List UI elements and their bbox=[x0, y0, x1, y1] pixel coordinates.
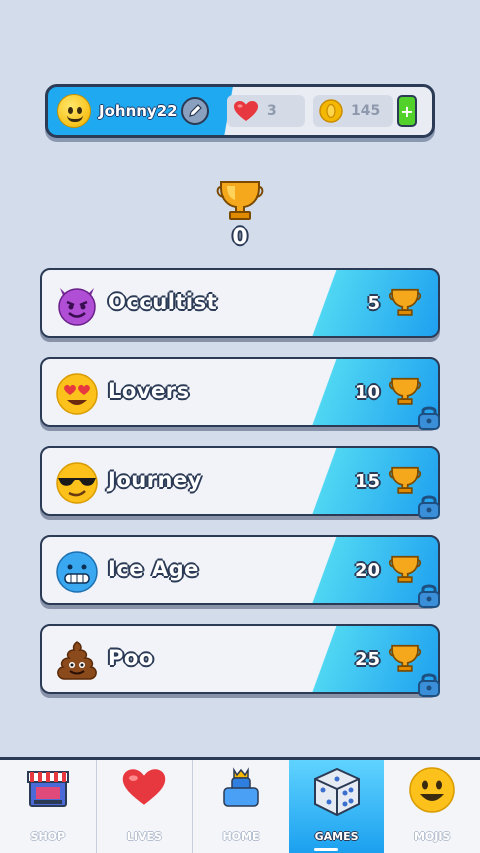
level-required-trophies: 5 bbox=[367, 293, 380, 314]
username: Johnny22 bbox=[99, 102, 178, 120]
level-card-poo[interactable]: Poo 25 bbox=[40, 624, 440, 697]
heart-icon bbox=[234, 101, 258, 121]
nav-item-mojis[interactable]: MOJIS bbox=[384, 760, 480, 853]
cold-face-icon bbox=[54, 549, 100, 599]
dice-icon bbox=[313, 767, 360, 817]
avatar[interactable] bbox=[57, 94, 91, 128]
lock-icon bbox=[416, 403, 442, 435]
nav-item-lives[interactable]: LIVES bbox=[97, 760, 193, 853]
trophy-total: 0 bbox=[232, 225, 248, 250]
nav-label: HOME bbox=[222, 830, 260, 843]
nav-item-home[interactable]: HOME bbox=[193, 760, 289, 853]
level-card-journey[interactable]: Journey 15 bbox=[40, 446, 440, 519]
poo-icon bbox=[54, 638, 100, 688]
level-card-ice-age[interactable]: Ice Age 20 bbox=[40, 535, 440, 608]
home-icon bbox=[223, 767, 259, 807]
level-required-trophies: 25 bbox=[354, 649, 380, 670]
coins-counter: 145 bbox=[313, 95, 393, 127]
level-name: Journey bbox=[108, 468, 202, 492]
lives-counter: 3 bbox=[227, 95, 305, 127]
nav-label: LIVES bbox=[126, 830, 162, 843]
level-name: Ice Age bbox=[108, 557, 199, 581]
lock-icon bbox=[416, 670, 442, 702]
shop-icon bbox=[26, 771, 69, 807]
lock-icon bbox=[416, 492, 442, 524]
profile-bar: Johnny22 3 145 + bbox=[45, 84, 435, 138]
level-required-trophies: 15 bbox=[354, 471, 380, 492]
devil-icon bbox=[54, 282, 100, 332]
bottom-nav: SHOP LIVES HOME GAMES MOJIS bbox=[0, 757, 480, 853]
nav-label: GAMES bbox=[314, 830, 359, 843]
lives-value: 3 bbox=[267, 103, 277, 119]
nav-label: MOJIS bbox=[413, 830, 451, 843]
sunglasses-icon bbox=[54, 460, 100, 510]
add-coins-button[interactable]: + bbox=[397, 95, 417, 127]
trophy-icon bbox=[215, 178, 265, 226]
level-card-occultist[interactable]: Occultist 5 bbox=[40, 268, 440, 338]
level-required-trophies: 10 bbox=[354, 382, 380, 403]
lock-icon bbox=[416, 581, 442, 613]
nav-item-games[interactable]: GAMES bbox=[288, 760, 385, 853]
level-name: Lovers bbox=[108, 379, 190, 403]
level-name: Occultist bbox=[108, 290, 218, 314]
smiley-icon bbox=[409, 767, 455, 813]
edit-name-button[interactable] bbox=[181, 97, 209, 125]
level-required-trophies: 20 bbox=[354, 560, 380, 581]
nav-label: SHOP bbox=[30, 830, 66, 843]
coin-icon bbox=[319, 99, 343, 123]
level-card-lovers[interactable]: Lovers 10 bbox=[40, 357, 440, 430]
heart-eyes-icon bbox=[54, 371, 100, 421]
level-name: Poo bbox=[108, 646, 154, 670]
coins-value: 145 bbox=[351, 103, 381, 119]
trophy-icon bbox=[388, 287, 422, 321]
pencil-icon bbox=[189, 104, 202, 117]
heart-icon bbox=[123, 769, 166, 805]
nav-item-shop[interactable]: SHOP bbox=[0, 760, 96, 853]
